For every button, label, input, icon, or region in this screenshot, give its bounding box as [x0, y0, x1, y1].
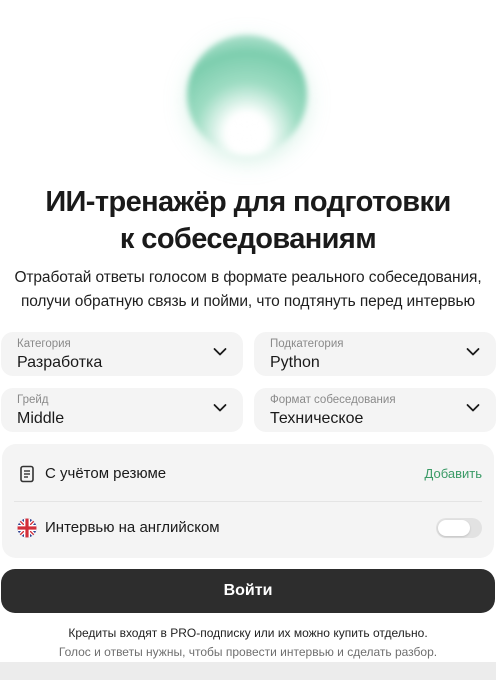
- document-icon: [20, 465, 34, 483]
- bottom-fade: [0, 662, 496, 680]
- page-title: ИИ-тренажёр для подготовки к собеседован…: [0, 184, 496, 258]
- chevron-down-icon: [466, 348, 480, 356]
- ai-orb-illustration: [187, 35, 307, 155]
- category-value: Разработка: [17, 354, 103, 371]
- privacy-note: Голос и ответы нужны, чтобы провести инт…: [58, 645, 438, 659]
- subcategory-label: Подкатегория: [270, 338, 344, 350]
- title-line-1: ИИ-тренажёр для подготовки: [45, 186, 451, 218]
- format-label: Формат собеседования: [270, 394, 396, 406]
- title-line-2: к собеседованиям: [119, 223, 377, 255]
- toggle-knob: [438, 520, 470, 536]
- login-button[interactable]: Войти: [1, 569, 495, 613]
- category-label: Категория: [17, 338, 71, 350]
- subtitle-line-2: получи обратную связь и пойми, что подтя…: [20, 293, 476, 310]
- english-option-row: Интервью на английском: [2, 500, 494, 556]
- subcategory-value: Python: [270, 354, 320, 371]
- subtitle-line-1: Отработай ответы голосом в формате реаль…: [14, 269, 482, 286]
- grade-select[interactable]: Грейд Middle: [1, 388, 243, 432]
- english-toggle[interactable]: [436, 518, 482, 538]
- chevron-down-icon: [213, 348, 227, 356]
- uk-flag-icon: [17, 518, 37, 538]
- grade-label: Грейд: [17, 394, 49, 406]
- resume-option-row: С учётом резюме Добавить: [2, 446, 494, 502]
- page-subtitle: Отработай ответы голосом в формате реаль…: [0, 266, 496, 314]
- category-select[interactable]: Категория Разработка: [1, 332, 243, 376]
- options-card: С учётом резюме Добавить Интервью на анг…: [2, 444, 494, 558]
- grade-value: Middle: [17, 410, 65, 427]
- format-value: Техническое: [270, 410, 364, 427]
- english-option-label: Интервью на английском: [45, 519, 220, 536]
- subcategory-select[interactable]: Подкатегория Python: [254, 332, 496, 376]
- credits-note: Кредиты входят в PRO-подписку или их мож…: [68, 626, 428, 640]
- chevron-down-icon: [466, 404, 480, 412]
- interview-format-select[interactable]: Формат собеседования Техническое: [254, 388, 496, 432]
- chevron-down-icon: [213, 404, 227, 412]
- add-resume-link[interactable]: Добавить: [425, 466, 482, 481]
- hero-orb-area: [0, 0, 496, 180]
- resume-option-label: С учётом резюме: [45, 465, 167, 482]
